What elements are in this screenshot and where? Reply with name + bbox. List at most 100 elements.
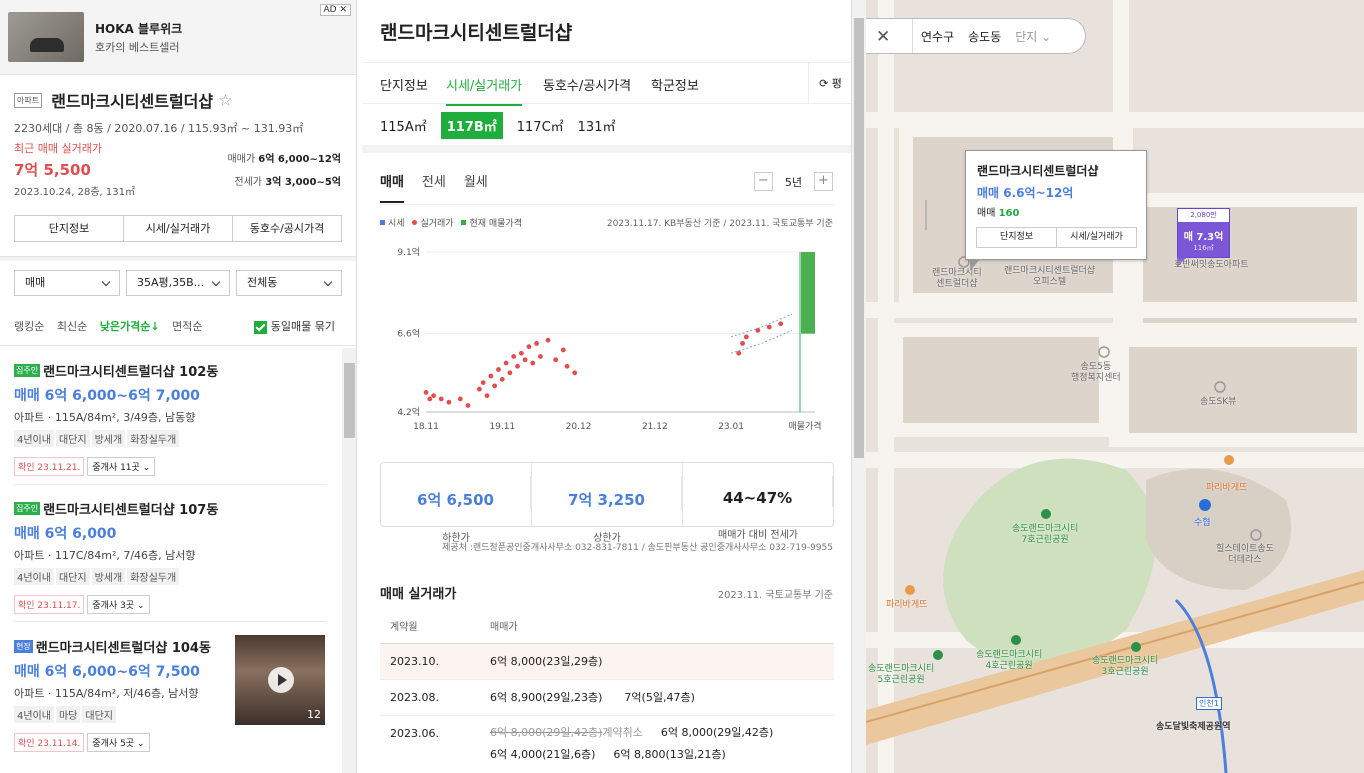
- area-select[interactable]: 35A평,35B...: [126, 270, 230, 296]
- detail-tabs: 단지정보 시세/실거래가 동호수/공시가격 학군정보 ⟳ 평: [362, 62, 851, 106]
- listing-item[interactable]: 집주인 랜드마크시티센트럴더샵 102동 매매 6억 6,000~6억 7,000…: [14, 360, 327, 476]
- map-label[interactable]: 파리바게뜨: [886, 600, 927, 611]
- price-marker[interactable]: 2,080만 매 7.3억 116㎡: [1177, 208, 1230, 267]
- period-control: − 5년 +: [753, 172, 833, 191]
- price-button[interactable]: 시세/실거래가: [124, 216, 233, 241]
- sort-low-price[interactable]: 낮은가격순↓: [100, 320, 160, 333]
- region-gu[interactable]: 연수구: [921, 28, 954, 45]
- map-label[interactable]: 송도랜드마크시티 4호근린공원: [976, 650, 1042, 672]
- complex-popup[interactable]: 랜드마크시티센트럴더샵 매매 6.6억~12억 매매 160 단지정보 시세/실…: [965, 150, 1147, 271]
- type-115a[interactable]: 115A㎡: [380, 116, 427, 135]
- ad-banner[interactable]: HOKA 블루위크 호카의 베스트셀러 AD ✕: [0, 0, 356, 75]
- complex-buttons: 단지정보 시세/실거래가 동호수/공시가격: [14, 215, 342, 242]
- map-label[interactable]: 힐스테이트송도 더테라스: [1216, 544, 1274, 566]
- legend-label: 현재 매물가격: [469, 219, 522, 229]
- map-view[interactable]: ✕ 연수구 송도동 단지 ⌄ 랜드마크시티센트럴더샵 매매 6.6억~12억 매…: [866, 0, 1364, 773]
- unit-button[interactable]: 동호수/공시가격: [233, 216, 341, 241]
- ad-title[interactable]: HOKA 블루위크: [95, 20, 182, 37]
- legend-swatch: [412, 220, 418, 225]
- sort-ranking[interactable]: 랭킹순: [14, 320, 44, 333]
- jeonse-range: 전세가 3억 3,000~5억: [234, 173, 341, 188]
- x-tick-label: 19.11: [489, 422, 515, 432]
- tab-sale[interactable]: 매매: [380, 171, 404, 203]
- broker-button[interactable]: 중개사 11곳 ⌄: [87, 457, 156, 476]
- map-label[interactable]: 랜드마크시티 센트럴더샵: [932, 268, 982, 290]
- left-panel: HOKA 블루위크 호카의 베스트셀러 AD ✕ 아파트 랜드마크시티센트럴더샵…: [0, 0, 357, 773]
- list-scrollbar[interactable]: [342, 348, 356, 773]
- ad-image[interactable]: [8, 12, 84, 62]
- region-complex-label: 단지: [1015, 29, 1038, 44]
- popup-price-button[interactable]: 시세/실거래가: [1057, 228, 1136, 247]
- sale-range-value: 6억 6,000~12억: [258, 154, 341, 165]
- listing-name[interactable]: 랜드마크시티센트럴더샵 107동: [43, 503, 218, 518]
- tag: 4년이내: [14, 568, 54, 585]
- map-label[interactable]: 송도SK뷰: [1200, 397, 1236, 408]
- tab-unit[interactable]: 동호수/공시가격: [543, 75, 631, 94]
- station-label[interactable]: 송도달빛축제공원역: [1156, 722, 1231, 733]
- deal-point: [427, 396, 433, 402]
- tab-complex-info[interactable]: 단지정보: [380, 75, 428, 94]
- listing-price: 매매 6억 6,000~6억 7,000: [14, 388, 200, 404]
- group-checkbox[interactable]: 동일매물 묶기: [253, 318, 344, 334]
- map-label[interactable]: 송도랜드마크시티 5호근린공원: [868, 664, 934, 686]
- popup-title: 랜드마크시티센트럴더샵: [977, 164, 1099, 178]
- map-label[interactable]: 송도랜드마크시티 3호근린공원: [1092, 656, 1158, 678]
- region-dong[interactable]: 송도동: [968, 28, 1001, 45]
- broker-count: 중개사 3곳: [92, 601, 135, 611]
- map-label[interactable]: 호반써밋송도아파트: [1174, 260, 1249, 271]
- plus-button[interactable]: +: [814, 172, 833, 191]
- tab-price[interactable]: 시세/실거래가: [446, 75, 523, 106]
- marker-price: 매 7.3억: [1183, 232, 1224, 243]
- map-label[interactable]: 수협: [1194, 518, 1211, 529]
- map-label[interactable]: 송도5동 행정복지센터: [1071, 362, 1121, 384]
- price-chart[interactable]: 9.1억 6.6억 4.2억 18.11 19.11 20.12 21.12 23.01 매물가…: [380, 240, 836, 436]
- deal-select[interactable]: 매매: [14, 270, 120, 296]
- tab-monthly[interactable]: 월세: [464, 171, 488, 203]
- listing-item[interactable]: 집주인 랜드마크시티센트럴더샵 107동 매매 6억 6,000 아파트 · 11…: [14, 498, 327, 614]
- checkbox-icon[interactable]: [253, 320, 267, 334]
- deal-point: [526, 344, 532, 350]
- minus-button[interactable]: −: [753, 172, 773, 191]
- row-price: 6억 4,000(21일,6층): [490, 748, 596, 761]
- stat-low: 6억 6,500 하한가: [381, 463, 532, 544]
- popup-count-label: 매매: [977, 208, 996, 219]
- region-complex[interactable]: 단지 ⌄: [1015, 28, 1051, 45]
- star-icon[interactable]: ☆: [218, 91, 232, 110]
- map-label[interactable]: 랜드마크시티센트럴더샵 오피스텔: [1004, 266, 1095, 288]
- listing-name[interactable]: 랜드마크시티센트럴더샵 102동: [43, 365, 218, 380]
- detail-scrollbar[interactable]: [852, 0, 866, 773]
- legend-label: 시세: [388, 219, 405, 229]
- listing-name[interactable]: 랜드마크시티센트럴더샵 104동: [36, 641, 211, 656]
- x-tick-label: 18.11: [413, 422, 439, 432]
- sort-area[interactable]: 면적순: [172, 320, 202, 333]
- scroll-thumb[interactable]: [854, 18, 864, 458]
- type-131[interactable]: 131㎡: [578, 116, 616, 135]
- stat-value: 44~47%: [683, 476, 833, 507]
- sale-label: 매매가: [227, 154, 256, 165]
- broker-button[interactable]: 중개사 3곳 ⌄: [87, 595, 150, 614]
- close-icon[interactable]: ✕: [876, 27, 890, 47]
- type-117b[interactable]: 117B㎡: [440, 112, 503, 139]
- type-117c[interactable]: 117C㎡: [517, 116, 564, 135]
- ad-close-button[interactable]: AD ✕: [319, 4, 351, 16]
- recent-deals-title: 매매 실거래가: [380, 587, 457, 602]
- refresh-area-button[interactable]: ⟳ 평: [808, 63, 851, 104]
- scroll-thumb[interactable]: [344, 363, 355, 438]
- listing-video-thumbnail[interactable]: 12: [235, 635, 325, 725]
- stat-label: 매매가 대비 전세가: [718, 530, 798, 541]
- y-tick-label: 6.6억: [397, 328, 420, 340]
- dong-select[interactable]: 전체동: [236, 270, 342, 296]
- broker-button[interactable]: 중개사 5곳 ⌄: [87, 733, 150, 752]
- table-row: 2023.06. 6억 8,000(29일,42층)계약취소 6억 8,000(2…: [380, 716, 834, 772]
- tag: 대단지: [82, 706, 116, 723]
- tab-jeonse[interactable]: 전세: [422, 171, 446, 203]
- complex-info-button[interactable]: 단지정보: [15, 216, 124, 241]
- listing-confirm: 확인 23.11.17. 중개사 3곳 ⌄: [14, 593, 327, 614]
- map-label[interactable]: 송도랜드마크시티 7호근린공원: [1012, 524, 1078, 546]
- popup-info-button[interactable]: 단지정보: [977, 228, 1057, 247]
- sort-latest[interactable]: 최신순: [57, 320, 87, 333]
- map-label[interactable]: 파리바게뜨: [1206, 483, 1247, 494]
- play-icon[interactable]: [268, 667, 294, 693]
- tab-school[interactable]: 학군정보: [651, 75, 699, 94]
- region-breadcrumb: 연수구 송도동 단지 ⌄: [912, 19, 1051, 53]
